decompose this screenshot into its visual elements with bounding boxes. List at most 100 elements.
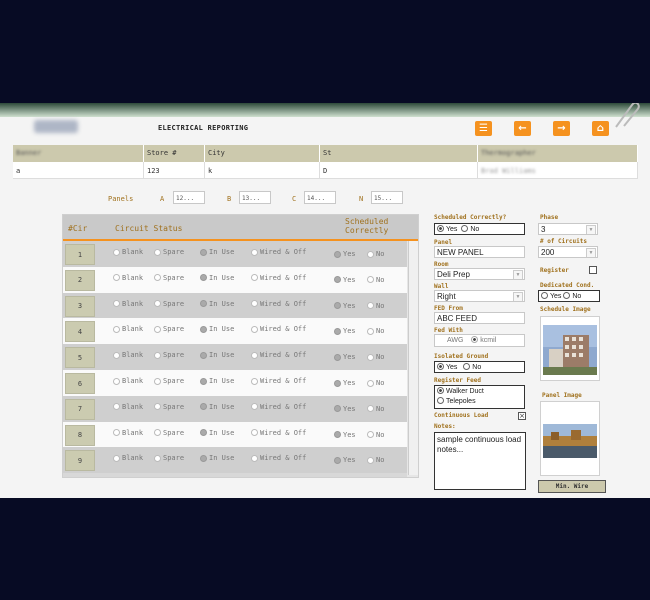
status-option-blank[interactable]: Blank bbox=[113, 300, 143, 308]
scheduled-no-option[interactable]: No bbox=[367, 302, 384, 310]
status-option-in-use[interactable]: In Use bbox=[200, 351, 234, 359]
radio-icon[interactable] bbox=[334, 379, 341, 387]
radio-icon[interactable] bbox=[367, 250, 374, 258]
thermographer-field[interactable]: Brad Williams bbox=[478, 162, 638, 179]
radio-icon[interactable] bbox=[367, 276, 374, 284]
radio-icon[interactable] bbox=[154, 403, 161, 411]
status-option-blank[interactable]: Blank bbox=[113, 403, 143, 411]
status-option-spare[interactable]: Spare bbox=[154, 300, 184, 308]
radio-icon[interactable] bbox=[154, 274, 161, 282]
panel-a-field[interactable]: 12... bbox=[173, 191, 205, 204]
back-button[interactable]: ← bbox=[514, 121, 531, 136]
status-option-in-use[interactable]: In Use bbox=[200, 274, 234, 282]
scheduled-no-option[interactable]: No bbox=[367, 431, 384, 439]
scheduled-yes-option[interactable]: Yes bbox=[334, 302, 356, 310]
min-wire-button[interactable]: Min. Wire bbox=[538, 480, 606, 493]
scheduled-yes-option[interactable]: Yes bbox=[334, 405, 356, 413]
status-option-spare[interactable]: Spare bbox=[154, 377, 184, 385]
walker-duct-radio[interactable] bbox=[437, 387, 444, 394]
dedicated-no-radio[interactable] bbox=[563, 292, 571, 299]
status-option-blank[interactable]: Blank bbox=[113, 274, 143, 282]
radio-icon[interactable] bbox=[367, 405, 374, 413]
radio-icon[interactable] bbox=[200, 325, 207, 333]
status-option-spare[interactable]: Spare bbox=[154, 454, 184, 462]
radio-icon[interactable] bbox=[154, 377, 161, 385]
scheduled-no-option[interactable]: No bbox=[367, 405, 384, 413]
status-option-blank[interactable]: Blank bbox=[113, 429, 143, 437]
radio-icon[interactable] bbox=[200, 351, 207, 359]
scheduled-yes-option[interactable]: Yes bbox=[334, 276, 356, 284]
dedicated-yes-radio[interactable] bbox=[541, 292, 548, 299]
radio-icon[interactable] bbox=[113, 300, 120, 308]
status-option-in-use[interactable]: In Use bbox=[200, 403, 234, 411]
status-option-wired-off[interactable]: Wired & Off bbox=[251, 274, 306, 282]
radio-icon[interactable] bbox=[113, 377, 120, 385]
status-option-blank[interactable]: Blank bbox=[113, 351, 143, 359]
radio-icon[interactable] bbox=[334, 405, 341, 413]
scheduled-no-radio[interactable] bbox=[461, 225, 469, 232]
register-feed-radio-group[interactable]: Walker Duct Telepoles bbox=[434, 385, 525, 409]
scheduled-yes-option[interactable]: Yes bbox=[334, 431, 356, 439]
radio-icon[interactable] bbox=[200, 274, 207, 282]
room-select[interactable]: Deli Prep ▼ bbox=[434, 268, 525, 280]
panel-field[interactable]: NEW PANEL bbox=[434, 246, 525, 258]
schedule-image[interactable] bbox=[540, 316, 600, 381]
status-option-blank[interactable]: Blank bbox=[113, 377, 143, 385]
radio-icon[interactable] bbox=[200, 429, 207, 437]
scheduled-no-option[interactable]: No bbox=[367, 276, 384, 284]
radio-icon[interactable] bbox=[113, 325, 120, 333]
scheduled-no-option[interactable]: No bbox=[367, 353, 384, 361]
status-option-spare[interactable]: Spare bbox=[154, 403, 184, 411]
radio-icon[interactable] bbox=[154, 248, 161, 256]
store-field[interactable]: 123 bbox=[144, 162, 205, 179]
radio-icon[interactable] bbox=[334, 276, 341, 284]
scheduled-no-option[interactable]: No bbox=[367, 250, 384, 258]
dedicated-cond-radio-group[interactable]: Yes No bbox=[538, 290, 600, 302]
radio-icon[interactable] bbox=[367, 327, 374, 335]
panel-image[interactable] bbox=[540, 401, 600, 476]
radio-icon[interactable] bbox=[113, 248, 120, 256]
forward-button[interactable]: → bbox=[553, 121, 570, 136]
radio-icon[interactable] bbox=[154, 351, 161, 359]
radio-icon[interactable] bbox=[251, 325, 258, 333]
radio-icon[interactable] bbox=[113, 274, 120, 282]
radio-icon[interactable] bbox=[251, 351, 258, 359]
status-option-blank[interactable]: Blank bbox=[113, 454, 143, 462]
scheduled-no-option[interactable]: No bbox=[367, 456, 384, 464]
radio-icon[interactable] bbox=[251, 403, 258, 411]
status-option-in-use[interactable]: In Use bbox=[200, 377, 234, 385]
radio-icon[interactable] bbox=[200, 377, 207, 385]
wall-select[interactable]: Right ▼ bbox=[434, 290, 525, 302]
panel-b-field[interactable]: 13... bbox=[239, 191, 271, 204]
home-button[interactable]: ⌂ bbox=[592, 121, 609, 136]
radio-icon[interactable] bbox=[334, 302, 341, 310]
panel-c-field[interactable]: 14... bbox=[304, 191, 336, 204]
status-option-spare[interactable]: Spare bbox=[154, 248, 184, 256]
isolated-no-radio[interactable] bbox=[463, 363, 471, 370]
status-option-spare[interactable]: Spare bbox=[154, 325, 184, 333]
radio-icon[interactable] bbox=[251, 274, 258, 282]
status-option-wired-off[interactable]: Wired & Off bbox=[251, 454, 306, 462]
scheduled-correctly-radio-group[interactable]: Yes No bbox=[434, 223, 525, 235]
radio-icon[interactable] bbox=[154, 325, 161, 333]
status-option-spare[interactable]: Spare bbox=[154, 351, 184, 359]
num-circuits-select[interactable]: 200 ▼ bbox=[538, 246, 598, 258]
radio-icon[interactable] bbox=[251, 429, 258, 437]
status-option-wired-off[interactable]: Wired & Off bbox=[251, 429, 306, 437]
status-option-wired-off[interactable]: Wired & Off bbox=[251, 377, 306, 385]
radio-icon[interactable] bbox=[334, 327, 341, 335]
status-option-wired-off[interactable]: Wired & Off bbox=[251, 248, 306, 256]
status-option-spare[interactable]: Spare bbox=[154, 429, 184, 437]
radio-icon[interactable] bbox=[251, 377, 258, 385]
status-option-in-use[interactable]: In Use bbox=[200, 429, 234, 437]
radio-icon[interactable] bbox=[334, 431, 341, 439]
radio-icon[interactable] bbox=[334, 456, 341, 464]
status-option-wired-off[interactable]: Wired & Off bbox=[251, 325, 306, 333]
horizontal-scrollbar[interactable] bbox=[63, 473, 407, 477]
status-option-wired-off[interactable]: Wired & Off bbox=[251, 300, 306, 308]
status-option-wired-off[interactable]: Wired & Off bbox=[251, 403, 306, 411]
scheduled-yes-option[interactable]: Yes bbox=[334, 379, 356, 387]
scheduled-yes-radio[interactable] bbox=[437, 225, 444, 232]
banner-field[interactable]: a bbox=[13, 162, 144, 179]
radio-icon[interactable] bbox=[251, 454, 258, 462]
